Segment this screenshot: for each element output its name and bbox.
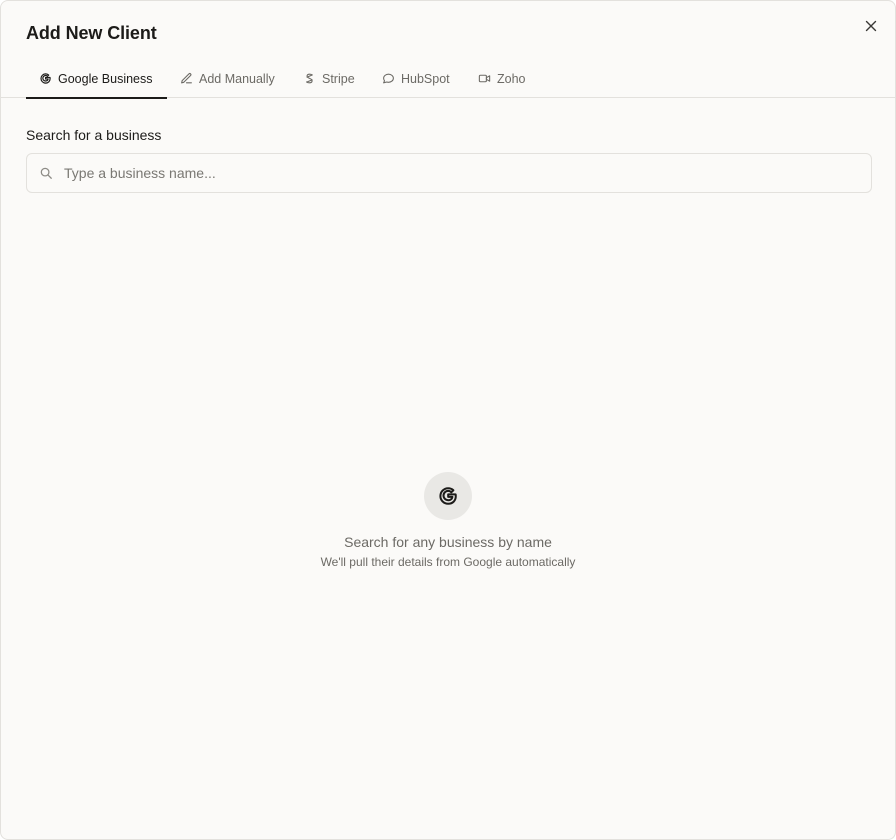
tab-label: Add Manually: [199, 71, 275, 86]
chat-bubble-icon: [382, 72, 395, 85]
tab-label: Google Business: [58, 71, 153, 86]
add-client-dialog: Add New Client Google Business Add Manua…: [0, 0, 896, 840]
business-search-input[interactable]: [62, 164, 871, 182]
search-label: Search for a business: [26, 127, 162, 143]
empty-state: Search for any business by name We'll pu…: [1, 472, 895, 569]
tab-label: Stripe: [322, 71, 355, 86]
google-icon: [439, 487, 457, 505]
close-button[interactable]: [861, 16, 881, 36]
source-tabs: Google Business Add Manually Stripe HubS…: [1, 59, 895, 99]
empty-state-title: Search for any business by name: [344, 534, 552, 550]
tab-hubspot[interactable]: HubSpot: [382, 59, 450, 98]
close-icon: [865, 20, 877, 32]
empty-state-subtitle: We'll pull their details from Google aut…: [320, 555, 576, 569]
tab-label: Zoho: [497, 71, 526, 86]
tab-label: HubSpot: [401, 71, 450, 86]
tab-zoho[interactable]: Zoho: [478, 59, 526, 98]
stripe-icon: [303, 72, 316, 85]
tab-google-business[interactable]: Google Business: [26, 59, 167, 99]
google-icon: [39, 72, 52, 85]
pencil-icon: [180, 72, 193, 85]
dialog-title: Add New Client: [26, 23, 157, 43]
tab-add-manually[interactable]: Add Manually: [180, 59, 275, 98]
search-box: [26, 153, 872, 193]
video-icon: [478, 72, 491, 85]
tab-stripe[interactable]: Stripe: [303, 59, 355, 98]
empty-state-icon-circle: [424, 472, 472, 520]
search-icon: [39, 166, 53, 180]
